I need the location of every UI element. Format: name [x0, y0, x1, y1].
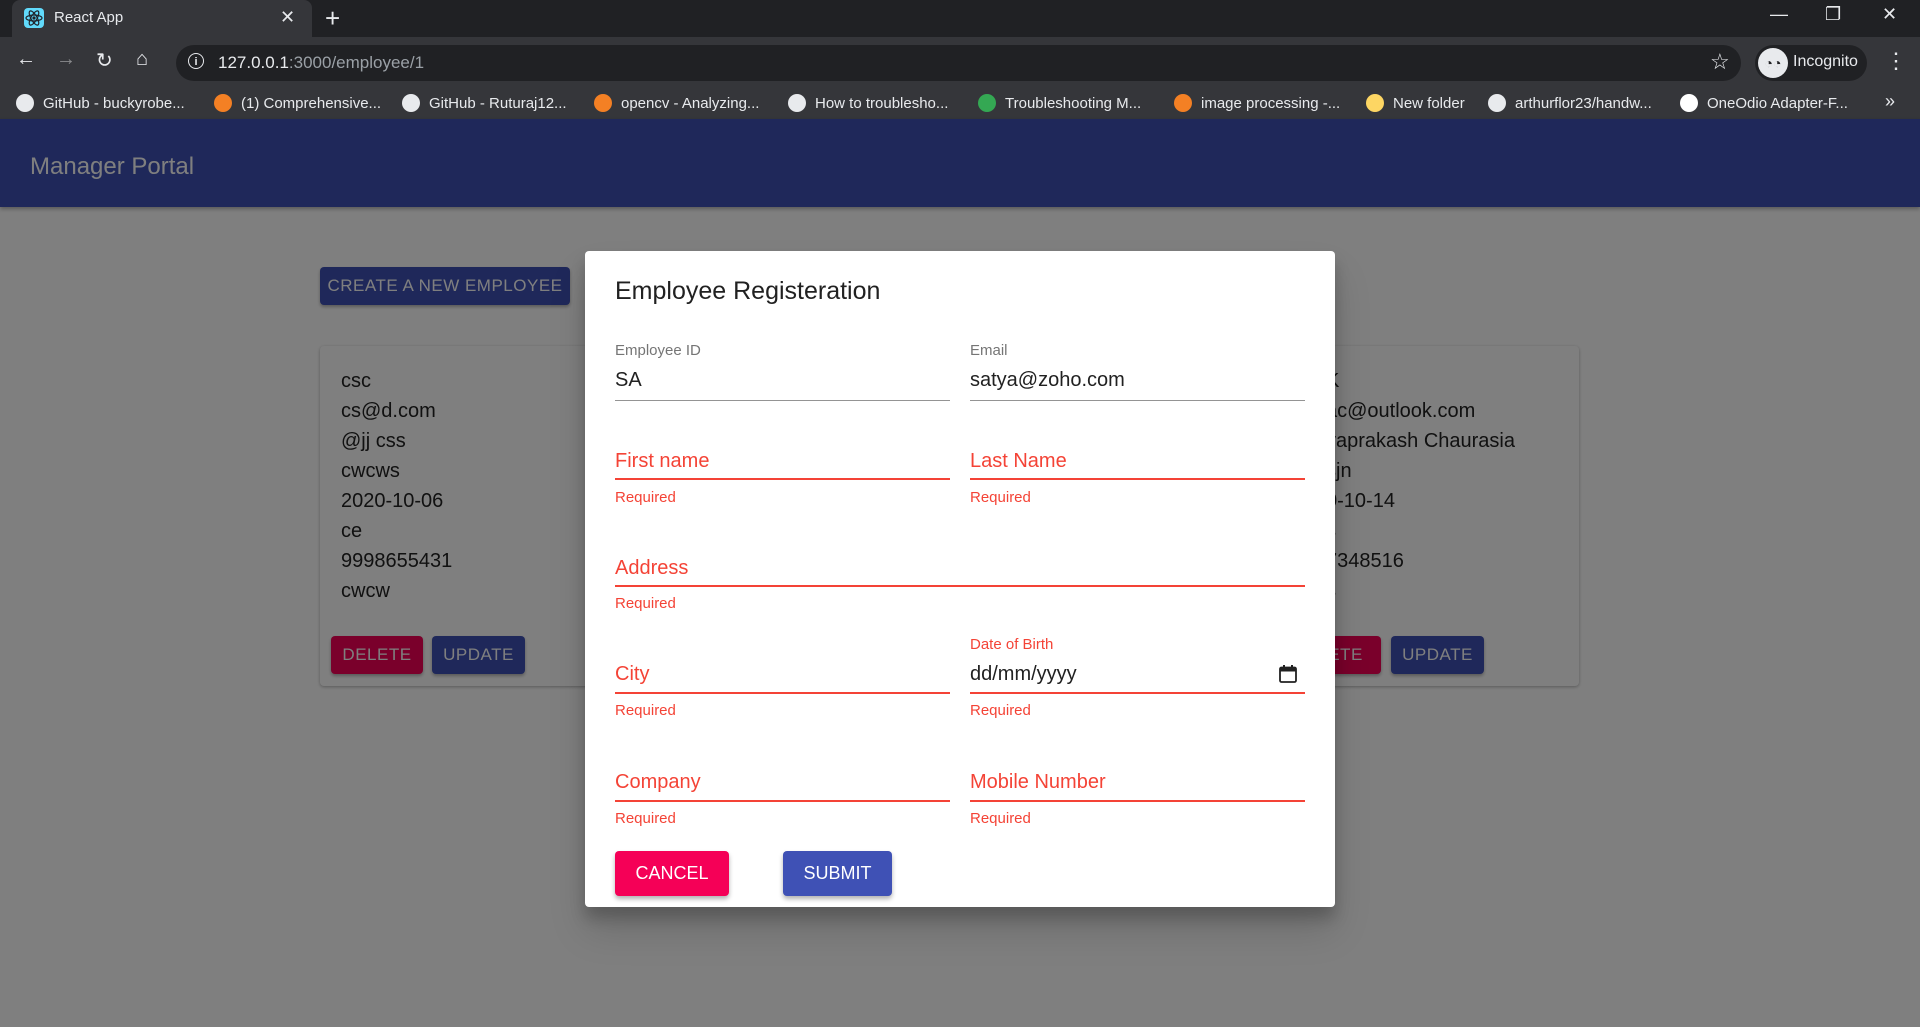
bookmark-label: opencv - Analyzing...: [621, 94, 760, 112]
dob-label: Date of Birth: [970, 636, 1054, 653]
stackoverflow-icon: [1174, 94, 1192, 112]
bookmark-label: image processing -...: [1201, 94, 1341, 112]
github-icon: [16, 94, 34, 112]
company-helper: Required: [615, 810, 676, 827]
city-helper: Required: [615, 702, 676, 719]
bookmark-label: arthurflor23/handw...: [1515, 94, 1652, 112]
restore-icon[interactable]: ❐: [1825, 4, 1841, 25]
bookmark-item[interactable]: New folder: [1366, 93, 1465, 113]
bookmark-item[interactable]: Troubleshooting M...: [978, 93, 1141, 113]
company-underline: [615, 800, 950, 802]
minimize-icon[interactable]: —: [1770, 4, 1788, 25]
new-tab-button[interactable]: +: [325, 3, 340, 34]
bookmark-item[interactable]: GitHub - buckyrobe...: [16, 93, 185, 113]
reload-icon[interactable]: ↻: [96, 48, 113, 73]
back-icon[interactable]: ←: [16, 48, 36, 71]
incognito-icon: ◔◔: [1758, 48, 1788, 78]
city-underline: [615, 692, 950, 694]
bookmark-item[interactable]: How to troublesho...: [788, 93, 948, 113]
bookmark-label: Troubleshooting M...: [1005, 94, 1142, 112]
home-icon[interactable]: ⌂: [136, 48, 148, 71]
incognito-label: Incognito: [1793, 53, 1858, 70]
bookmarks-overflow-icon[interactable]: »: [1885, 91, 1895, 112]
stackoverflow-icon: [594, 94, 612, 112]
bookmark-label: New folder: [1393, 94, 1465, 112]
address-underline: [615, 585, 1305, 587]
bookmark-label: GitHub - buckyrobe...: [43, 94, 185, 112]
bookmark-item[interactable]: OneOdio Adapter-F...: [1680, 93, 1848, 113]
window-close-icon[interactable]: ✕: [1882, 4, 1897, 25]
mobile-helper: Required: [970, 810, 1031, 827]
calendar-icon[interactable]: [1278, 664, 1298, 684]
employee-id-underline: [615, 400, 950, 401]
dob-underline: [970, 692, 1305, 694]
address-input[interactable]: Address: [615, 557, 688, 580]
email-underline: [970, 400, 1305, 401]
email-label: Email: [970, 342, 1008, 359]
dob-helper: Required: [970, 702, 1031, 719]
company-input[interactable]: Company: [615, 771, 701, 794]
folder-icon: [1366, 94, 1384, 112]
first-name-underline: [615, 478, 950, 480]
employee-id-label: Employee ID: [615, 342, 701, 359]
dob-input[interactable]: dd/mm/yyyy: [970, 663, 1077, 686]
mobile-input[interactable]: Mobile Number: [970, 771, 1106, 794]
employee-id-input[interactable]: SA: [615, 369, 642, 392]
globe-icon: [788, 94, 806, 112]
site-info-icon[interactable]: i: [188, 53, 204, 69]
leaf-icon: [978, 94, 996, 112]
tab-close-icon[interactable]: ✕: [280, 7, 295, 28]
bookmark-item[interactable]: (1) Comprehensive...: [214, 93, 381, 113]
submit-button[interactable]: SUBMIT: [783, 851, 892, 896]
bookmark-label: GitHub - Ruturaj12...: [429, 94, 567, 112]
mobile-underline: [970, 800, 1305, 802]
bookmark-item[interactable]: opencv - Analyzing...: [594, 93, 759, 113]
last-name-helper: Required: [970, 489, 1031, 506]
menu-icon[interactable]: ⋮: [1885, 48, 1907, 74]
stackoverflow-icon: [214, 94, 232, 112]
dialog-title: Employee Registeration: [615, 277, 881, 305]
city-input[interactable]: City: [615, 663, 649, 686]
first-name-input[interactable]: First name: [615, 450, 709, 473]
last-name-input[interactable]: Last Name: [970, 450, 1067, 473]
bookmark-star-icon[interactable]: ☆: [1710, 49, 1730, 75]
amazon-icon: [1680, 94, 1698, 112]
bookmark-item[interactable]: arthurflor23/handw...: [1488, 93, 1652, 113]
address-helper: Required: [615, 595, 676, 612]
react-icon: [24, 8, 44, 28]
forward-icon[interactable]: →: [56, 48, 76, 71]
first-name-helper: Required: [615, 489, 676, 506]
bookmark-label: How to troublesho...: [815, 94, 949, 112]
email-input[interactable]: satya@zoho.com: [970, 369, 1125, 392]
bookmark-item[interactable]: GitHub - Ruturaj12...: [402, 93, 567, 113]
tab-title: React App: [54, 9, 124, 26]
bookmark-item[interactable]: image processing -...: [1174, 93, 1340, 113]
bookmark-label: OneOdio Adapter-F...: [1707, 94, 1848, 112]
github-icon: [402, 94, 420, 112]
url-text[interactable]: 127.0.0.1:3000/employee/1: [218, 53, 424, 73]
cancel-button[interactable]: CANCEL: [615, 851, 729, 896]
github-icon: [1488, 94, 1506, 112]
bookmark-label: (1) Comprehensive...: [241, 94, 382, 112]
last-name-underline: [970, 478, 1305, 480]
